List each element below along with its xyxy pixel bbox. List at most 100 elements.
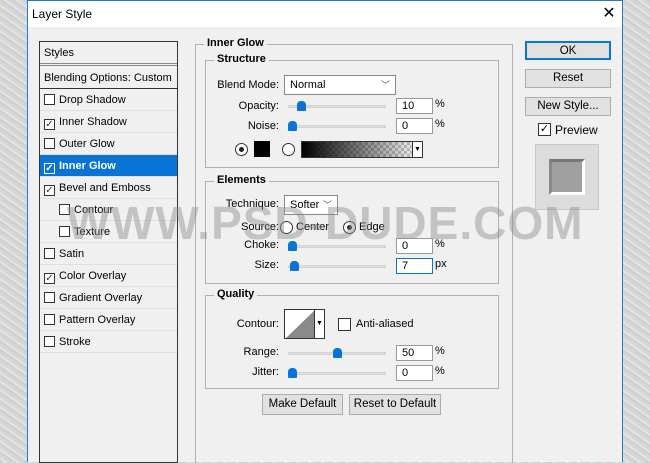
style-item-contour[interactable]: Contour (40, 199, 177, 221)
range-input[interactable]: 50 (396, 345, 433, 361)
choke-unit: % (435, 238, 445, 250)
style-item-texture[interactable]: Texture (40, 221, 177, 243)
layer-style-dialog: Layer Style ✕ Styles Blending Options: C… (27, 0, 623, 463)
opacity-input[interactable]: 10 (396, 98, 433, 114)
source-label: Source: (241, 221, 279, 233)
noise-unit: % (435, 118, 445, 130)
style-item-label: Satin (59, 248, 85, 260)
styles-header[interactable]: Styles (40, 42, 177, 66)
style-item-drop-shadow[interactable]: Drop Shadow (40, 89, 177, 111)
style-item-color-overlay[interactable]: ✓ Color Overlay (40, 265, 177, 287)
anti-aliased-label[interactable]: Anti-aliased (356, 318, 413, 330)
reset-button[interactable]: Reset (525, 69, 611, 88)
jitter-slider[interactable] (288, 368, 386, 378)
style-item-pattern-overlay[interactable]: Pattern Overlay (40, 309, 177, 331)
blend-mode-select[interactable]: Normal ﹀ (284, 75, 396, 95)
make-default-button[interactable]: Make Default (262, 394, 343, 415)
size-slider[interactable] (288, 261, 386, 271)
jitter-label: Jitter: (252, 366, 279, 378)
opacity-slider[interactable] (288, 101, 386, 111)
slider-thumb[interactable] (290, 261, 300, 271)
style-item-stroke[interactable]: Stroke (40, 331, 177, 353)
close-icon[interactable]: ✕ (598, 3, 620, 25)
contour-label: Contour: (236, 318, 279, 330)
blend-mode-label: Blend Mode: (217, 79, 279, 91)
window-title: Layer Style (32, 7, 93, 21)
checkbox[interactable] (44, 292, 55, 303)
preview-checkbox[interactable]: ✓ (538, 123, 551, 136)
style-item-inner-glow[interactable]: ✓ Inner Glow (40, 155, 177, 177)
inner-glow-title: Inner Glow (204, 37, 267, 49)
dropdown-arrow-icon[interactable]: ▼ (314, 310, 324, 338)
checkbox[interactable]: ✓ (44, 273, 55, 284)
preview-swatch (549, 159, 585, 195)
checkbox[interactable] (44, 314, 55, 325)
slider-thumb[interactable] (288, 121, 297, 131)
checkbox[interactable]: ✓ (44, 163, 55, 174)
new-style-button[interactable]: New Style... (525, 97, 611, 116)
size-input[interactable]: 7 (396, 258, 433, 274)
slider-thumb[interactable] (288, 368, 297, 378)
ok-button[interactable]: OK (525, 41, 611, 60)
checkbox[interactable]: ✓ (44, 119, 55, 130)
technique-label: Technique: (225, 198, 279, 210)
checkbox[interactable] (44, 138, 55, 149)
checkbox[interactable]: ✓ (44, 185, 55, 196)
source-edge-radio[interactable] (343, 221, 356, 234)
source-center-radio[interactable] (280, 221, 293, 234)
slider-thumb[interactable] (296, 101, 306, 111)
reset-to-default-button[interactable]: Reset to Default (349, 394, 441, 415)
style-item-label: Texture (74, 226, 111, 238)
choke-input[interactable]: 0 (396, 238, 433, 254)
jitter-unit: % (435, 365, 445, 377)
noise-slider[interactable] (288, 121, 386, 131)
style-item-label: Gradient Overlay (59, 292, 143, 304)
slider-thumb[interactable] (332, 348, 342, 358)
range-slider[interactable] (288, 348, 386, 358)
gradient-radio[interactable] (282, 143, 295, 156)
choke-slider[interactable] (288, 241, 386, 251)
opacity-label: Opacity: (238, 100, 279, 112)
noise-label: Noise: (247, 120, 279, 132)
gradient-picker[interactable]: ▼ (301, 141, 423, 158)
jitter-input[interactable]: 0 (396, 365, 433, 381)
structure-group: Structure Blend Mode: Normal ﹀ Opacity: 1… (205, 53, 499, 168)
checkbox[interactable] (44, 248, 55, 259)
source-edge-label[interactable]: Edge (359, 221, 385, 233)
size-unit: px (435, 258, 447, 270)
structure-title: Structure (214, 53, 269, 65)
glow-color-swatch[interactable] (254, 141, 270, 157)
style-item-bevel-and-emboss[interactable]: ✓ Bevel and Emboss (40, 177, 177, 199)
checkbox[interactable] (44, 336, 55, 347)
style-preview (535, 144, 599, 210)
solid-color-radio[interactable] (235, 143, 248, 156)
style-item-gradient-overlay[interactable]: Gradient Overlay (40, 287, 177, 309)
anti-aliased-checkbox[interactable] (338, 318, 351, 331)
checkbox[interactable] (59, 204, 70, 215)
elements-group: Elements Technique: Softer ﹀ Source: Cent… (205, 174, 499, 284)
style-item-label: Pattern Overlay (59, 314, 136, 326)
style-item-satin[interactable]: Satin (40, 243, 177, 265)
inner-glow-group: Inner Glow Structure Blend Mode: Normal ﹀… (195, 37, 513, 463)
checkbox[interactable] (44, 94, 55, 105)
contour-picker[interactable]: ▼ (284, 309, 325, 339)
style-item-label: Color Overlay (59, 270, 127, 282)
styles-list: Styles Blending Options: Custom Drop Sha… (39, 41, 178, 463)
range-label: Range: (243, 346, 279, 358)
checkbox[interactable] (59, 226, 70, 237)
style-item-label: Stroke (59, 336, 91, 348)
noise-input[interactable]: 0 (396, 118, 433, 134)
style-item-inner-shadow[interactable]: ✓ Inner Shadow (40, 111, 177, 133)
style-item-label: Bevel and Emboss (59, 182, 151, 194)
style-item-label: Drop Shadow (59, 94, 126, 106)
style-item-outer-glow[interactable]: Outer Glow (40, 133, 177, 155)
technique-select[interactable]: Softer ﹀ (284, 195, 338, 215)
quality-group: Quality Contour: ▼ Anti-aliased Range: 5… (205, 288, 499, 389)
blending-options[interactable]: Blending Options: Custom (40, 67, 177, 89)
source-center-label[interactable]: Center (296, 221, 329, 233)
slider-thumb[interactable] (288, 241, 297, 251)
title-bar: Layer Style ✕ (28, 1, 622, 27)
preview-label[interactable]: Preview (555, 123, 598, 137)
elements-title: Elements (214, 174, 269, 186)
dropdown-arrow-icon[interactable]: ▼ (412, 142, 422, 157)
